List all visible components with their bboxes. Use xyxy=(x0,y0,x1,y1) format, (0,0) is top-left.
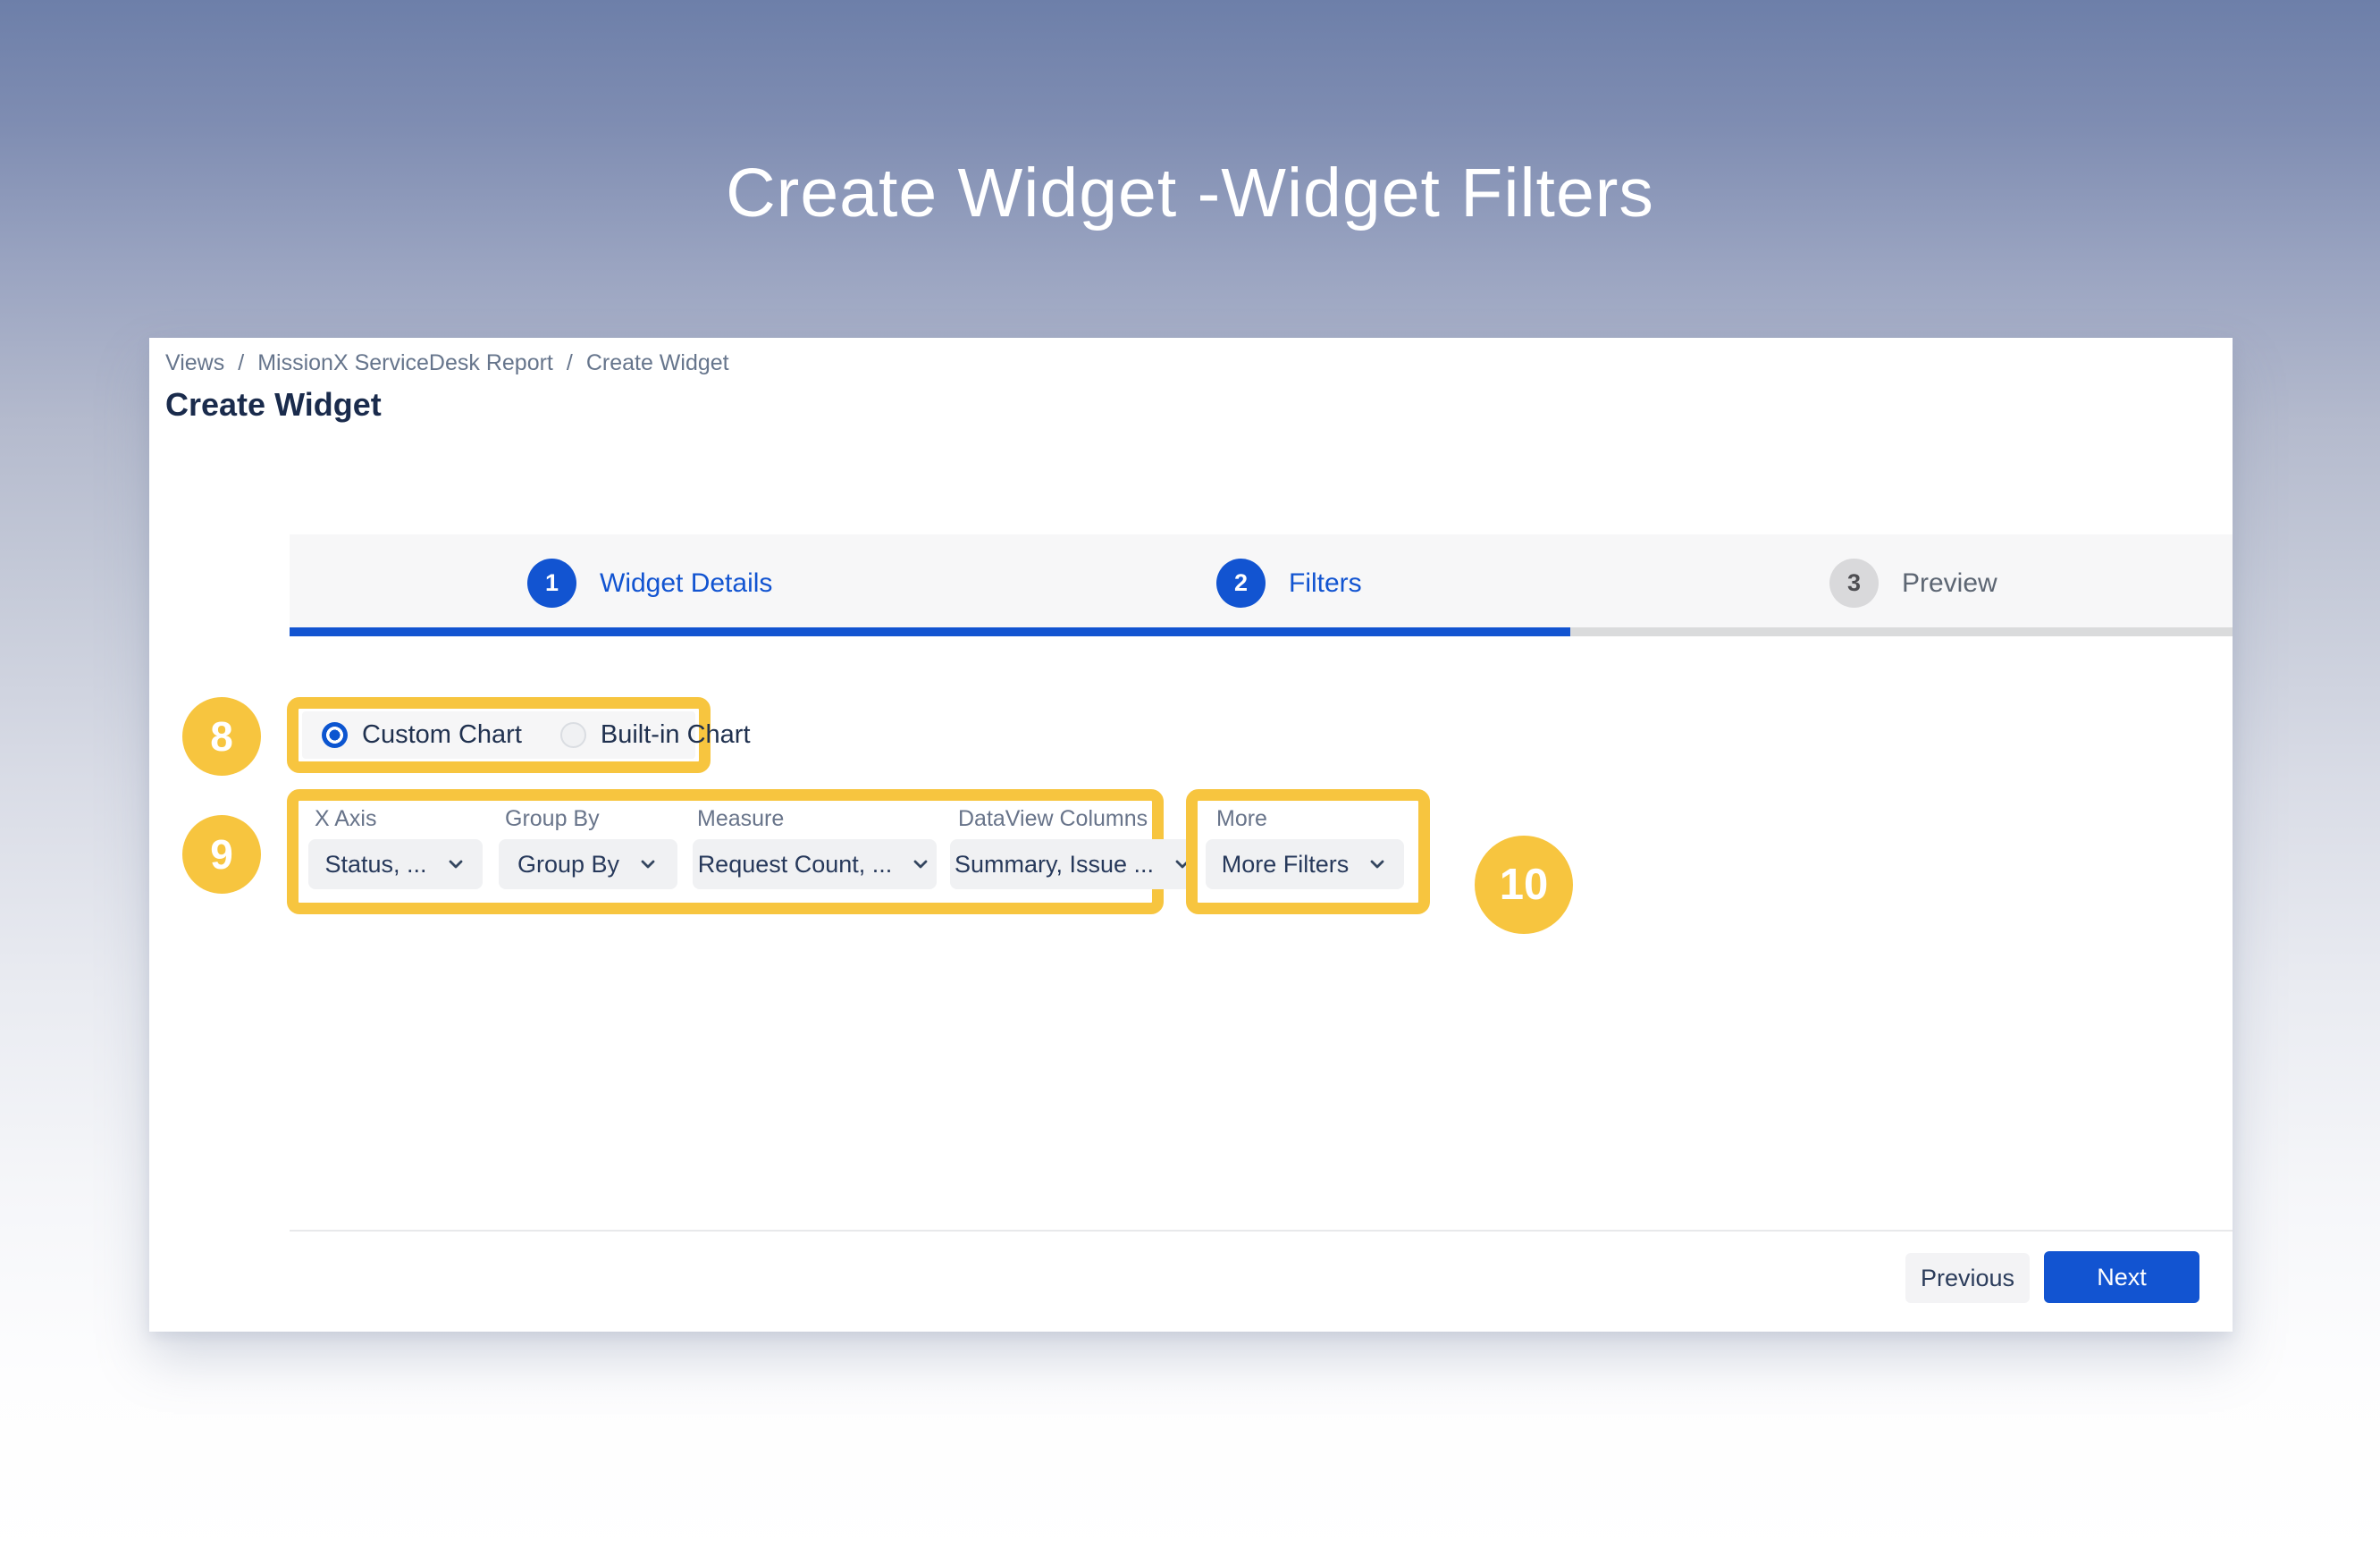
next-button[interactable]: Next xyxy=(2044,1251,2199,1303)
step-1-number-badge: 1 xyxy=(527,559,576,608)
measure-label: Measure xyxy=(697,806,784,832)
chevron-down-icon xyxy=(637,853,659,875)
group-by-label: Group By xyxy=(505,806,600,832)
group-by-dropdown-value: Group By xyxy=(517,851,619,879)
more-filters-dropdown-value: More Filters xyxy=(1222,851,1350,879)
breadcrumb-item-report[interactable]: MissionX ServiceDesk Report xyxy=(257,350,553,376)
x-axis-label: X Axis xyxy=(315,806,376,832)
group-by-dropdown[interactable]: Group By xyxy=(499,839,677,889)
radio-custom-chart-label: Custom Chart xyxy=(362,720,522,750)
measure-dropdown[interactable]: Request Count, ... xyxy=(693,839,937,889)
previous-button[interactable]: Previous xyxy=(1905,1253,2030,1303)
page-background: Create Widget -Widget Filters Views / Mi… xyxy=(0,0,2380,1564)
step-3-number-badge: 3 xyxy=(1829,559,1879,608)
chevron-down-icon xyxy=(1367,853,1388,875)
annotation-badge-8: 8 xyxy=(182,697,261,776)
annotation-badge-9: 9 xyxy=(182,815,261,894)
create-widget-card: Views / MissionX ServiceDesk Report / Cr… xyxy=(149,338,2233,1332)
breadcrumb-separator: / xyxy=(238,350,244,376)
breadcrumb-item-create-widget[interactable]: Create Widget xyxy=(586,350,729,376)
more-label: More xyxy=(1216,806,1267,832)
stepper-progress-track xyxy=(290,627,2233,636)
radio-unselected-icon xyxy=(560,722,586,748)
filters-highlight-box: X Axis Group By Measure DataView Columns… xyxy=(287,789,1164,914)
radio-built-in-chart-label: Built-in Chart xyxy=(601,720,751,750)
breadcrumb-separator: / xyxy=(567,350,573,376)
card-heading: Create Widget xyxy=(165,386,382,424)
radio-custom-chart[interactable]: Custom Chart xyxy=(322,720,522,750)
more-filters-dropdown[interactable]: More Filters xyxy=(1206,839,1404,889)
step-filters[interactable]: 2 Filters xyxy=(1216,559,1362,608)
step-widget-details[interactable]: 1 Widget Details xyxy=(527,559,772,608)
breadcrumb: Views / MissionX ServiceDesk Report / Cr… xyxy=(165,350,729,376)
step-2-number-badge: 2 xyxy=(1216,559,1266,608)
radio-selected-icon xyxy=(322,722,348,748)
measure-dropdown-value: Request Count, ... xyxy=(698,851,893,879)
x-axis-dropdown-value: Status, ... xyxy=(324,851,426,879)
chevron-down-icon xyxy=(910,853,931,875)
more-filters-highlight-box: More More Filters xyxy=(1186,789,1430,914)
annotation-badge-10: 10 xyxy=(1475,836,1573,934)
stepper: 1 Widget Details 2 Filters 3 Preview xyxy=(290,534,2233,636)
page-title: Create Widget -Widget Filters xyxy=(0,154,2380,233)
dataview-columns-dropdown-value: Summary, Issue ... xyxy=(955,851,1154,879)
stepper-progress-fill xyxy=(290,627,1570,636)
x-axis-dropdown[interactable]: Status, ... xyxy=(308,839,483,889)
breadcrumb-item-views[interactable]: Views xyxy=(165,350,224,376)
dataview-columns-label: DataView Columns xyxy=(958,806,1148,832)
step-1-label: Widget Details xyxy=(600,568,772,599)
step-3-label: Preview xyxy=(1902,568,1997,599)
step-preview[interactable]: 3 Preview xyxy=(1829,559,1997,608)
radio-built-in-chart[interactable]: Built-in Chart xyxy=(560,720,751,750)
dataview-columns-dropdown[interactable]: Summary, Issue ... xyxy=(950,839,1198,889)
chart-type-highlight-box: Custom Chart Built-in Chart xyxy=(287,697,711,773)
footer-divider xyxy=(290,1230,2233,1232)
chart-type-radio-group: Custom Chart Built-in Chart xyxy=(302,711,695,759)
step-2-label: Filters xyxy=(1289,568,1362,599)
chevron-down-icon xyxy=(445,853,467,875)
